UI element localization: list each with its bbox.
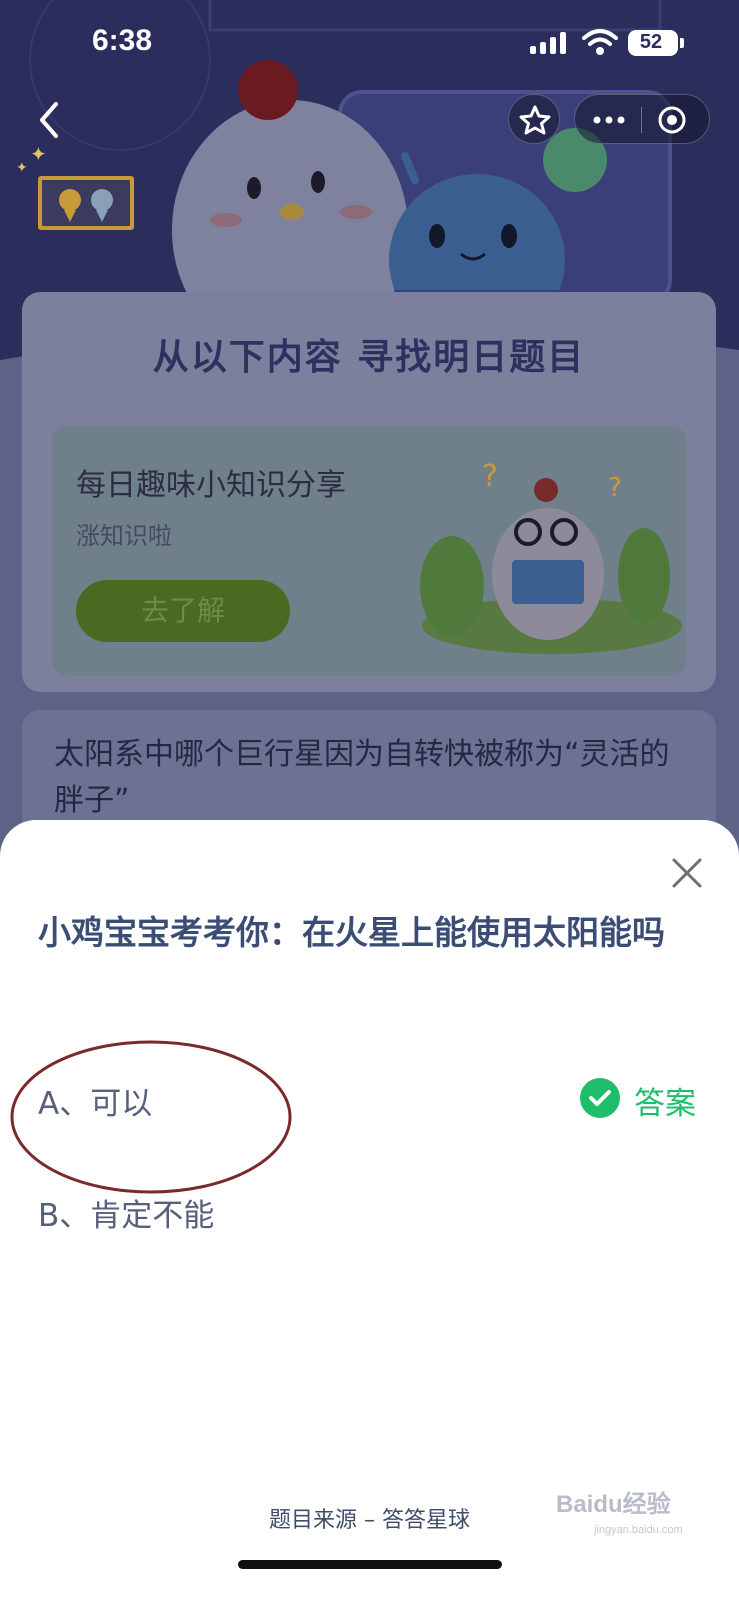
alien-mascot-illustration	[389, 152, 565, 290]
quiz-bottom-sheet: 小鸡宝宝考考你：在火星上能使用太阳能吗 A、可以 答案 B、肯定不能 题目来源 …	[0, 820, 739, 1600]
check-icon	[580, 1078, 620, 1118]
reading-chick-illustration: ? ?	[420, 459, 682, 654]
learn-more-button[interactable]: 去了解	[76, 580, 290, 642]
chick-mascot-illustration	[172, 60, 408, 300]
baidu-watermark: Baidu经验	[556, 1491, 671, 1518]
find-tomorrow-card: 从以下内容 寻找明日题目 每日趣味小知识分享 涨知识啦 去了解 ? ?	[22, 292, 716, 692]
option-b[interactable]: B、肯定不能	[38, 1190, 214, 1235]
close-icon[interactable]	[664, 850, 710, 896]
card-title: 从以下内容 寻找明日题目	[152, 337, 586, 378]
star-icon	[519, 105, 551, 135]
medal-frame-icon	[38, 176, 134, 230]
svg-text:?: ?	[608, 473, 622, 503]
miniprogram-capsule	[574, 94, 710, 144]
sparkle-icon: ✦	[16, 160, 28, 176]
answer-tag: 答案	[580, 1076, 710, 1122]
close-miniprogram-icon[interactable]	[657, 105, 687, 135]
baidu-watermark-url: jingyan.baidu.com	[594, 1524, 683, 1536]
favorite-button[interactable]	[508, 94, 560, 144]
quiz-question: 小鸡宝宝考考你：在火星上能使用太阳能吗	[38, 913, 665, 952]
status-time: 6:38	[92, 24, 153, 57]
daily-knowledge-card: 每日趣味小知识分享 涨知识啦 去了解 ? ?	[52, 426, 686, 676]
home-indicator	[238, 1560, 502, 1569]
more-options-icon[interactable]	[589, 107, 629, 133]
sparkle-icon: ✦	[30, 142, 47, 166]
svg-text:?: ?	[482, 459, 498, 494]
cellular-signal-icon	[530, 32, 566, 54]
capsule-divider	[641, 107, 642, 133]
annotation-ellipse	[10, 1040, 292, 1194]
wifi-icon	[582, 29, 618, 55]
status-bar: 6:38 52	[0, 0, 739, 88]
knowledge-subtitle: 涨知识啦	[76, 522, 172, 550]
answer-label: 答案	[634, 1086, 696, 1122]
battery-level: 52	[639, 31, 663, 53]
knowledge-title: 每日趣味小知识分享	[76, 468, 346, 503]
battery-tip	[680, 38, 684, 48]
battery-icon: 52	[628, 30, 678, 56]
back-arrow-icon[interactable]	[30, 96, 70, 144]
background-question-text: 太阳系中哪个巨行星因为自转快被称为“灵活的胖子”	[54, 737, 670, 818]
